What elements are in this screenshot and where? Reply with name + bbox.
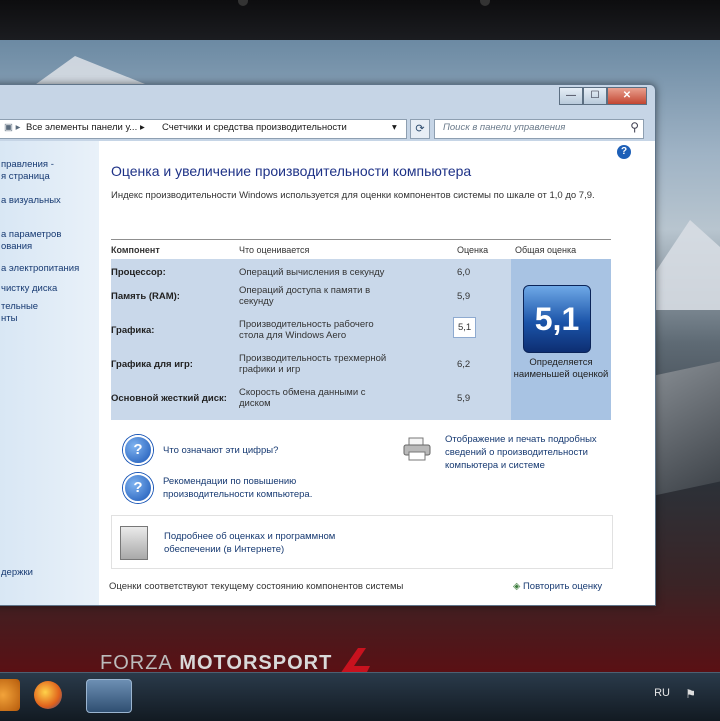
- forza-brand-text: FORZA MOTORSPORT: [100, 652, 333, 672]
- row-component: Основной жесткий диск:: [111, 393, 227, 404]
- intro-text: Индекс производительности Windows исполь…: [111, 190, 595, 201]
- table-row: Основной жесткий диск: Скорость обмена д…: [111, 387, 491, 419]
- sidebar-item-home[interactable]: правления - я страница: [1, 159, 99, 183]
- rerun-assessment-link[interactable]: ◈ Повторить оценку: [513, 581, 602, 592]
- breadcrumb-control-panel[interactable]: Все элементы панели у...: [26, 122, 137, 133]
- minimize-button[interactable]: —: [559, 87, 583, 105]
- row-score: 5,9: [457, 291, 471, 302]
- taskbar: RU ⚑: [0, 672, 720, 721]
- table-row: Графика для игр: Производительность трех…: [111, 353, 491, 385]
- row-score-lowest: 5,1: [453, 317, 477, 338]
- language-indicator[interactable]: RU: [654, 687, 670, 699]
- row-score: 6,2: [457, 359, 471, 370]
- address-bar[interactable]: ▣ ▸ Все элементы панели у... ▸ Счетчики …: [0, 119, 407, 139]
- shield-icon: ◈: [513, 581, 521, 592]
- row-component: Память (RAM):: [111, 291, 180, 302]
- sidebar-item-indexing[interactable]: а параметров ования: [1, 229, 99, 253]
- print-details-link[interactable]: Отображение и печать подробных сведений …: [445, 433, 615, 472]
- col-what: Что оценивается: [239, 245, 310, 255]
- sidebar: правления - я страница а визуальных а па…: [0, 141, 99, 605]
- table-header: Компонент Что оценивается Оценка Общая о…: [111, 239, 611, 258]
- sensor: [480, 0, 490, 6]
- overall-score-panel: 5,1 Определяется наименьшей оценкой: [511, 259, 611, 420]
- col-component: Компонент: [111, 245, 160, 255]
- recommendations-link[interactable]: Рекомендации по повышению производительн…: [163, 475, 333, 501]
- search-placeholder: Поиск в панели управления: [443, 122, 566, 133]
- row-description: Операций доступа к памяти в секунду: [239, 285, 371, 307]
- maximize-button[interactable]: ☐: [583, 87, 607, 105]
- col-overall: Общая оценка: [515, 245, 577, 255]
- sidebar-item-disk-cleanup[interactable]: чистку диска: [1, 283, 99, 295]
- table-row: Память (RAM): Операций доступа к памяти …: [111, 285, 491, 317]
- search-icon[interactable]: ⚲: [630, 120, 639, 134]
- refresh-icon[interactable]: ⟳: [410, 119, 430, 139]
- question-icon: ?: [123, 435, 153, 465]
- row-component: Графика для игр:: [111, 359, 193, 370]
- start-orb-icon[interactable]: [0, 679, 20, 711]
- question-icon: ?: [123, 473, 153, 503]
- chevron-right-icon[interactable]: ▸: [140, 122, 145, 133]
- main-content: ? Оценка и увеличение производительности…: [99, 141, 655, 605]
- score-table: Процессор: Операций вычисления в секунду…: [111, 259, 611, 420]
- webcam: [238, 0, 248, 6]
- flag-icon[interactable]: ⚑: [685, 687, 696, 701]
- table-row: Графика: Производительность рабочего сто…: [111, 317, 491, 351]
- overall-caption: Определяется наименьшей оценкой: [513, 357, 609, 380]
- firefox-icon[interactable]: [34, 681, 62, 709]
- search-input[interactable]: Поиск в панели управления ⚲: [434, 119, 644, 139]
- rerun-label: Повторить оценку: [522, 581, 603, 592]
- row-description: Скорость обмена данными с диском: [239, 387, 366, 409]
- what-numbers-mean-link[interactable]: Что означают эти цифры?: [163, 444, 278, 457]
- row-description: Производительность трехмерной графики и …: [239, 353, 387, 375]
- overall-score-badge: 5,1: [523, 285, 591, 353]
- close-button[interactable]: ✕: [607, 87, 647, 105]
- sidebar-item-power[interactable]: а электропитания: [1, 263, 99, 275]
- row-description: Производительность рабочего стола для Wi…: [239, 319, 374, 341]
- row-component: Процессор:: [111, 267, 166, 278]
- sidebar-item-advanced[interactable]: тельные нты: [1, 301, 99, 325]
- more-info-link[interactable]: Подробнее об оценках и программном обесп…: [164, 530, 374, 556]
- chevron-down-icon[interactable]: ▾: [392, 122, 397, 133]
- title-bar[interactable]: — ☐ ✕: [0, 85, 655, 113]
- row-description: Операций вычисления в секунду: [239, 267, 385, 278]
- help-icon[interactable]: ?: [617, 145, 631, 159]
- software-box-icon: [120, 526, 148, 560]
- more-info-box: Подробнее об оценках и программном обесп…: [111, 515, 613, 569]
- col-score: Оценка: [457, 245, 489, 255]
- status-text: Оценки соответствуют текущему состоянию …: [109, 581, 404, 592]
- monitor-bezel: [0, 0, 720, 40]
- page-title: Оценка и увеличение производительности к…: [111, 163, 472, 179]
- row-score: 5,9: [457, 393, 471, 404]
- breadcrumb-performance[interactable]: Счетчики и средства производительности: [162, 122, 347, 133]
- sidebar-item-support[interactable]: держки: [1, 567, 99, 579]
- performance-window: — ☐ ✕ ▣ ▸ Все элементы панели у... ▸ Сче…: [0, 84, 656, 606]
- printer-icon: [403, 437, 431, 461]
- row-component: Графика:: [111, 325, 155, 336]
- forza-4-logo: 4: [341, 648, 370, 672]
- sidebar-item-visual-effects[interactable]: а визуальных: [1, 195, 99, 207]
- back-chevron-icon[interactable]: ▣ ▸: [4, 122, 20, 133]
- control-panel-taskbar-icon[interactable]: [86, 679, 132, 713]
- row-score: 6,0: [457, 267, 471, 278]
